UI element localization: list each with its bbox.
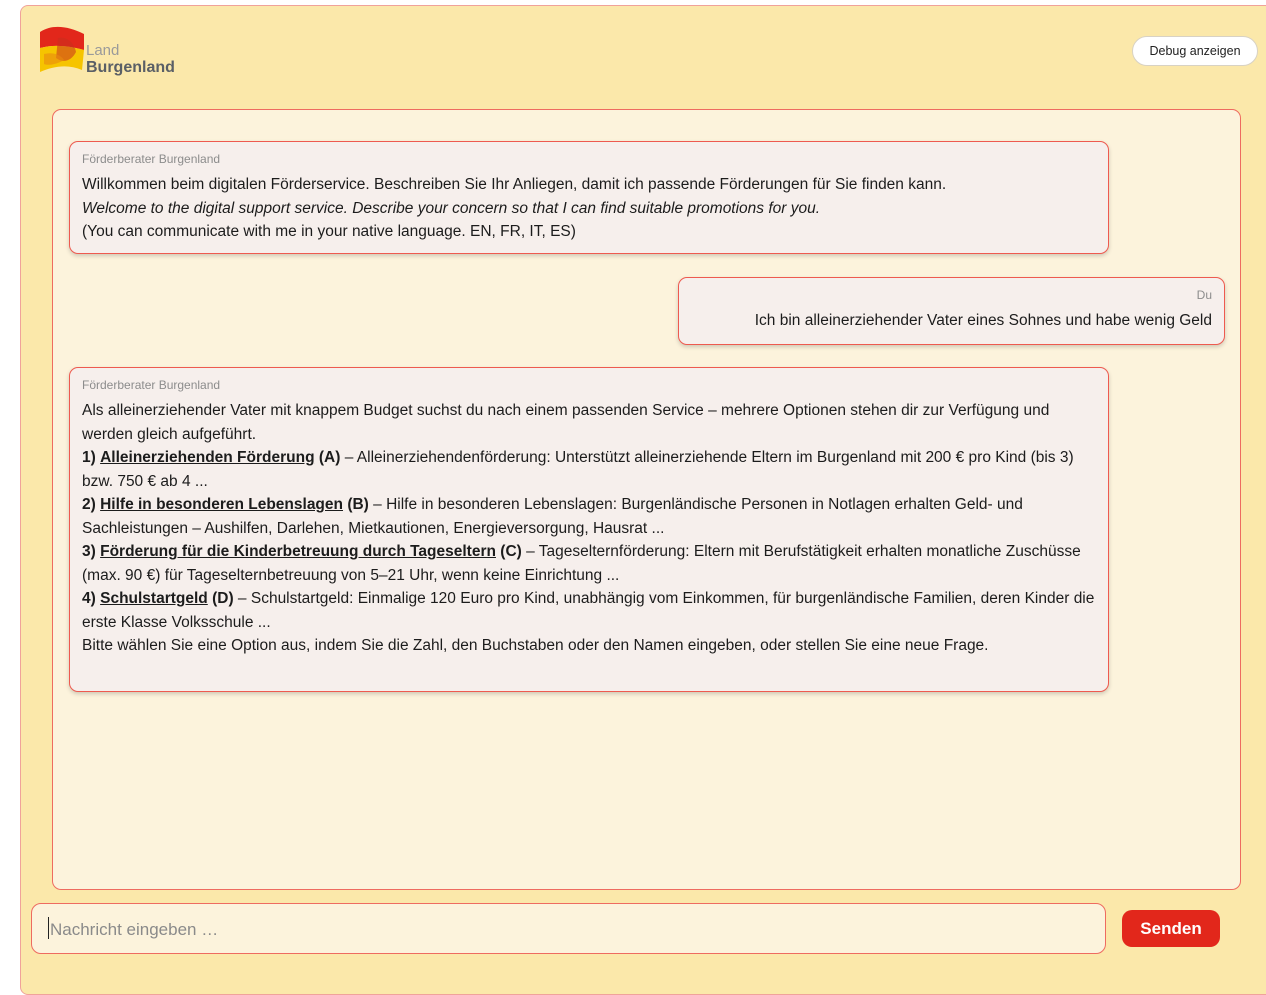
logo-line-land: Land — [86, 42, 120, 59]
debug-toggle-button[interactable]: Debug anzeigen — [1132, 36, 1258, 66]
message-body: Als alleinerziehender Vater mit knappem … — [82, 399, 1096, 658]
burgenland-flag-icon — [40, 26, 84, 72]
land-burgenland-logo: Land Burgenland — [38, 24, 208, 80]
answer-outro: Bitte wählen Sie eine Option aus, indem … — [82, 637, 989, 654]
answer-intro: Als alleinerziehender Vater mit knappem … — [82, 402, 1050, 443]
option-letter: (D) — [212, 590, 234, 607]
text-caret — [48, 917, 49, 939]
message-body: Ich bin alleinerziehender Vater eines So… — [754, 312, 1212, 329]
option-link-kinderbetreuung-tageseltern[interactable]: Förderung für die Kinderbetreuung durch … — [100, 543, 496, 560]
option-number: 3) — [82, 543, 96, 560]
message-sender: Förderberater Burgenland — [82, 378, 221, 392]
option-number: 4) — [82, 590, 96, 607]
option-letter: (C) — [500, 543, 522, 560]
option-item: 2) Hilfe in besonderen Lebenslagen (B) –… — [82, 493, 1096, 540]
message-input[interactable] — [48, 916, 1092, 944]
option-description: – Schulstartgeld: Einmalige 120 Euro pro… — [82, 590, 1095, 631]
option-item: 1) Alleinerziehenden Förderung (A) – All… — [82, 446, 1096, 493]
assistant-message: Förderberater Burgenland Willkommen beim… — [69, 141, 1109, 254]
app-window: Land Burgenland Debug anzeigen Förderber… — [20, 5, 1266, 995]
assistant-message: Förderberater Burgenland Als alleinerzie… — [69, 367, 1109, 692]
message-input-container[interactable] — [31, 903, 1106, 954]
message-sender: Förderberater Burgenland — [82, 152, 221, 166]
message-body: Willkommen beim digitalen Förderservice.… — [82, 173, 1096, 244]
welcome-text-en: Welcome to the digital support service. … — [82, 199, 821, 217]
option-item: 3) Förderung für die Kinderbetreuung dur… — [82, 540, 1096, 587]
send-button[interactable]: Senden — [1122, 910, 1220, 947]
user-message: Du Ich bin alleinerziehender Vater eines… — [678, 277, 1225, 345]
option-link-hilfe-besondere-lebenslagen[interactable]: Hilfe in besonderen Lebenslagen — [100, 496, 343, 513]
logo-line-burgenland: Burgenland — [86, 59, 175, 76]
option-number: 1) — [82, 449, 96, 466]
option-link-alleinerziehenden-foerderung[interactable]: Alleinerziehenden Förderung — [100, 449, 314, 466]
option-link-schulstartgeld[interactable]: Schulstartgeld — [100, 590, 208, 607]
option-number: 2) — [82, 496, 96, 513]
option-item: 4) Schulstartgeld (D) – Schulstartgeld: … — [82, 587, 1096, 634]
message-sender: Du — [1196, 288, 1212, 302]
option-letter: (A) — [318, 449, 341, 466]
language-hint: (You can communicate with me in your nat… — [82, 223, 576, 240]
welcome-text-de: Willkommen beim digitalen Förderservice.… — [82, 176, 947, 193]
chat-history-panel[interactable]: Förderberater Burgenland Willkommen beim… — [52, 109, 1241, 890]
option-letter: (B) — [347, 496, 369, 513]
